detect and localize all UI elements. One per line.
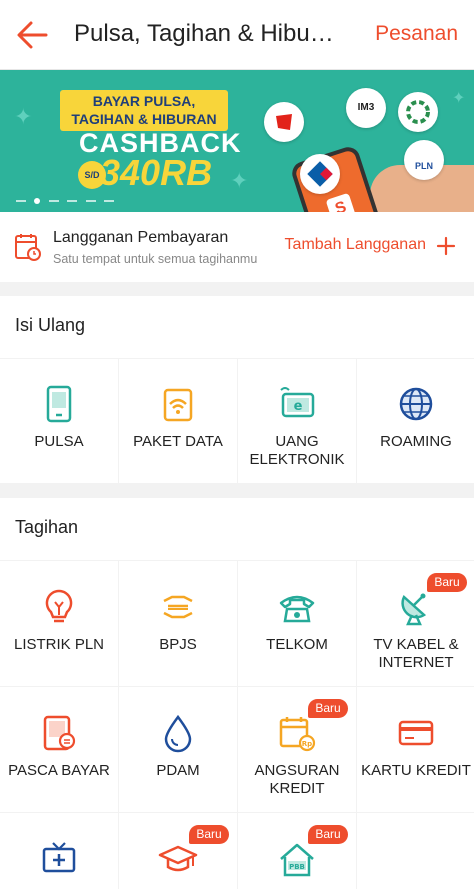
postpaid-phone-icon [43,715,76,751]
carousel-indicator [16,192,118,204]
topup-section-header: Isi Ulang [0,296,474,358]
pln-logo: PLN [404,140,444,180]
section-title: Tagihan [15,517,79,537]
globe-icon [399,387,433,421]
topup-item-label: PULSA [34,433,84,450]
app-header: Pulsa, Tagihan & Hibu… Pesanan [0,0,474,70]
promo-banner[interactable]: ✦ ✦ ✦ BAYAR PULSA, TAGIHAN & HIBURAN CAS… [0,70,474,212]
carousel-dot [85,199,96,202]
bill-item-empty [357,813,474,889]
graduation-cap-icon [158,845,198,872]
water-drop-icon [164,714,192,753]
svg-text:e: e [294,399,303,414]
carousel-dot-active [34,197,41,204]
topup-item-label: PAKET DATA [133,433,223,450]
topup-item-label-line1: UANG [275,433,319,450]
add-subscription-button[interactable]: Tambah Langganan [285,236,426,254]
svg-text:PBB: PBB [289,863,305,871]
page-title: Pulsa, Tagihan & Hibu… [74,20,334,47]
calendar-icon: Rp [279,717,316,752]
back-arrow-icon[interactable] [14,18,50,52]
pbb-house-icon: PBB [280,843,314,877]
wifi-icon [163,388,193,422]
bill-item-label-line1: ANGSURAN [254,762,340,779]
subscription-description: Satu tempat untuk semua tagihanmu [53,252,258,266]
topup-item-label-line2: ELEKTRONIK [249,451,345,468]
bill-item-angsuran-kredit[interactable]: Rp Baru ANGSURAN KREDIT [238,687,356,812]
tv-icon [42,842,76,873]
section-title: Isi Ulang [15,315,86,335]
new-badge: Baru [308,825,348,844]
topup-item-roaming[interactable]: ROAMING [357,359,474,483]
xl-logo-icon [398,92,438,132]
bill-item-label-line2: KREDIT [269,780,325,797]
carousel-dot [48,199,59,202]
bill-item-label-line2: INTERNET [378,654,454,671]
bill-item-pdam[interactable]: PDAM [119,687,237,812]
bill-item-label-line1: TV KABEL & [373,636,459,653]
shopping-bag-icon: S [325,192,357,212]
svg-text:Rp: Rp [302,740,312,748]
banner-amount: 340RB [100,152,213,193]
bill-item-bpjs[interactable]: BPJS [119,561,237,686]
bill-item-label: PASCA BAYAR [8,762,110,779]
carousel-dot [67,199,78,202]
bill-item-pasca-bayar[interactable]: PASCA BAYAR [0,687,118,812]
sparkle-icon: ✦ [14,104,33,129]
topup-item-label: ROAMING [380,433,452,450]
orders-link[interactable]: Pesanan [375,22,458,46]
bill-item-label: LISTRIK PLN [13,636,105,653]
phone-icon [46,385,72,423]
bill-item-kartu-kredit[interactable]: KARTU KREDIT [357,687,474,812]
bills-section-header: Tagihan [0,498,474,560]
e-money-icon: e [280,387,315,418]
sparkle-icon: ✦ [452,90,466,107]
carousel-dot [16,199,26,202]
topup-item-pulsa[interactable]: PULSA [0,359,118,483]
domino-logo-icon [300,154,340,194]
bill-item-label: BPJS [159,636,197,653]
bill-item-telkom[interactable]: TELKOM [238,561,356,686]
bill-item-label: PDAM [156,762,200,779]
telephone-icon [279,595,315,623]
subscription-title: Langganan Pembayaran [53,229,229,246]
plus-icon[interactable] [436,236,456,256]
satellite-icon [401,593,427,626]
new-badge: Baru [308,699,348,718]
hands-icon [163,595,193,619]
lightbulb-icon [45,589,73,623]
bill-item-tv-kabel-internet[interactable]: Baru TV KABEL & INTERNET [357,561,474,686]
new-badge: Baru [427,573,467,592]
bill-item-tv[interactable] [0,813,118,889]
bill-item-listrik-pln[interactable]: LISTRIK PLN [0,561,118,686]
subscription-row[interactable]: Langganan Pembayaran Satu tempat untuk s… [0,212,474,282]
bill-item-pbb[interactable]: PBB Baru [238,813,356,889]
sparkle-icon: ✦ [230,168,249,193]
topup-item-uang-elektronik[interactable]: e UANG ELEKTRONIK [238,359,356,483]
bill-item-label: KARTU KREDIT [361,762,471,779]
carousel-dot [104,199,115,202]
new-badge: Baru [189,825,229,844]
credit-card-icon [398,720,434,746]
bill-item-label: TELKOM [266,636,328,653]
topup-item-paket-data[interactable]: PAKET DATA [119,359,237,483]
calendar-clock-icon [15,234,41,261]
telkomsel-logo-icon [264,102,304,142]
bill-item-education[interactable]: Baru [119,813,237,889]
im3-logo: IM3 [346,88,386,128]
